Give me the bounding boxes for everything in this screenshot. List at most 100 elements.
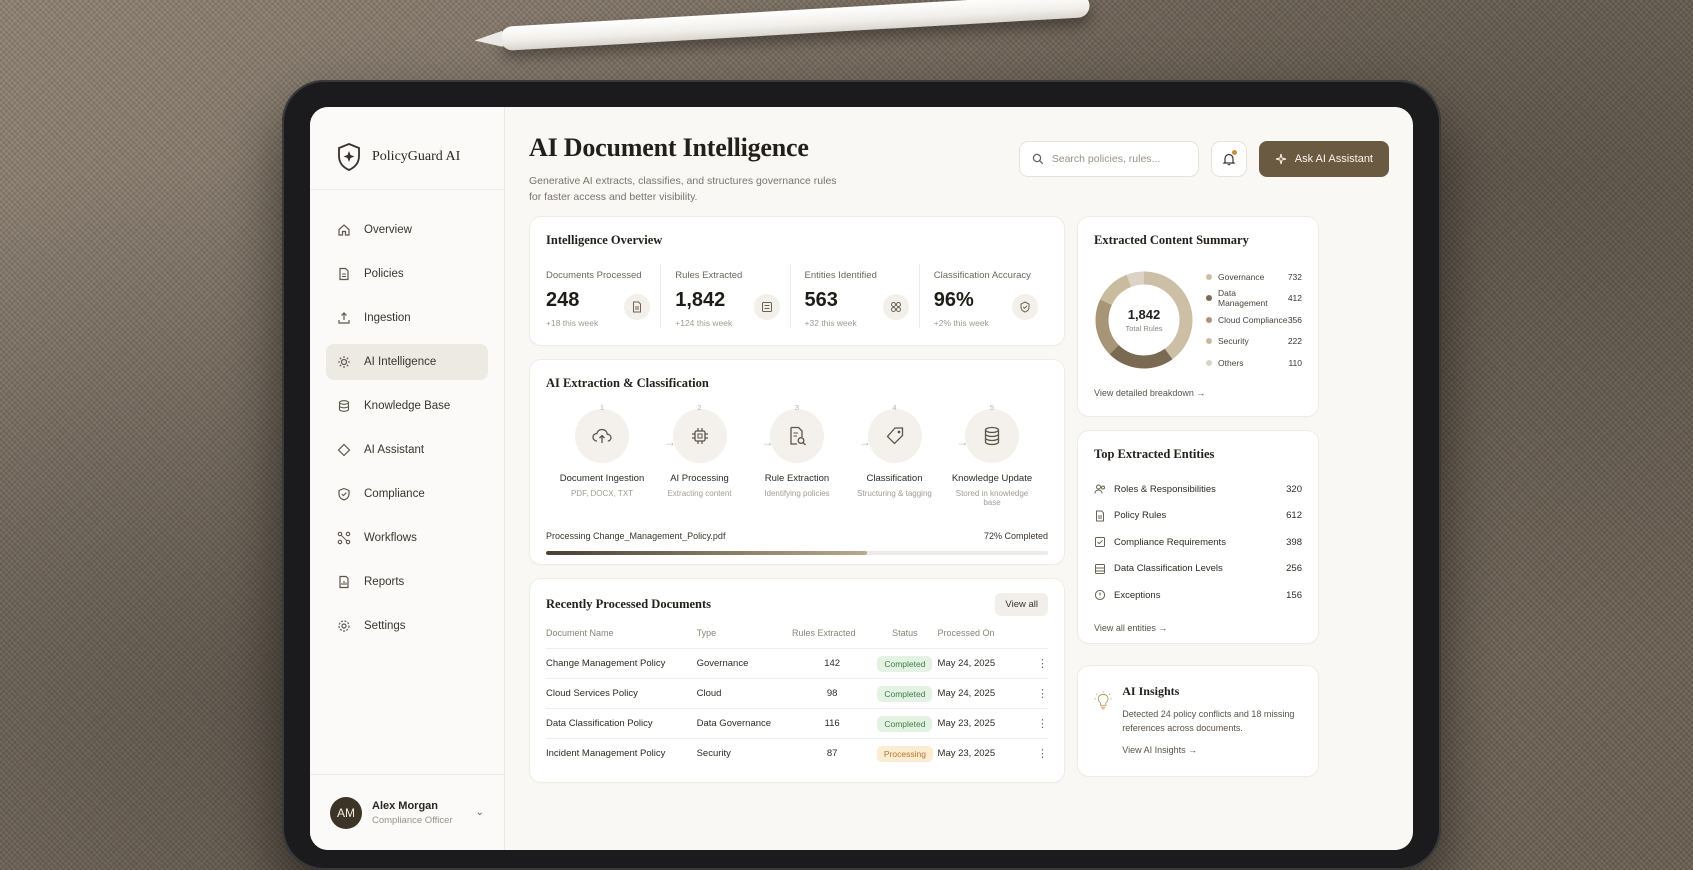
column-header[interactable]: Status [872, 628, 937, 649]
stylus-pencil [474, 0, 1091, 51]
notifications-button[interactable] [1210, 141, 1247, 177]
legend-swatch [1206, 316, 1212, 323]
more-options-icon[interactable]: ⋮ [1017, 708, 1048, 739]
donut-total: 1,842 [1127, 306, 1161, 322]
view-all-button[interactable]: View all [995, 593, 1048, 616]
search-icon [1032, 153, 1043, 165]
processed-date: May 24, 2025 [937, 678, 1018, 709]
sidebar-item-label: Ingestion [364, 312, 411, 324]
legend-value: 356 [1287, 314, 1302, 325]
step-sub: Identifying policies [764, 489, 830, 498]
sidebar-item-ai-assistant[interactable]: AI Assistant [326, 432, 488, 468]
document-icon [336, 266, 352, 282]
sidebar-item-reports[interactable]: Reports [326, 564, 488, 600]
step-number: 5 [989, 403, 995, 412]
search-input[interactable] [1051, 153, 1182, 165]
list-item[interactable]: Policy Rules 612 [1094, 503, 1302, 530]
list-item[interactable]: Data Classification Levels 256 [1094, 556, 1302, 583]
more-options-icon[interactable]: ⋮ [1017, 678, 1048, 709]
users-icon [1094, 483, 1106, 495]
table-row[interactable]: Change Management Policy Governance 142 … [546, 648, 1048, 679]
card-title: Intelligence Overview [546, 233, 663, 247]
view-ai-insights-link[interactable]: View AI Insights → [1122, 745, 1197, 755]
app-screen: PolicyGuard AI Overview Policies Ingesti… [310, 107, 1413, 850]
sidebar-item-knowledge-base[interactable]: Knowledge Base [326, 388, 488, 424]
search-box[interactable] [1018, 141, 1199, 177]
processed-date: May 23, 2025 [937, 738, 1018, 769]
table-row[interactable]: Data Classification Policy Data Governan… [546, 708, 1048, 739]
column-header[interactable]: Processed On [938, 628, 1018, 649]
sidebar-item-compliance[interactable]: Compliance [326, 476, 488, 512]
stat-delta: +18 this week [546, 318, 599, 328]
ask-ai-label: Ask AI Assistant [1294, 153, 1373, 165]
brand[interactable]: PolicyGuard AI [326, 141, 488, 173]
notification-dot [1231, 150, 1237, 155]
list-item[interactable]: Roles & Responsibilities 320 [1094, 476, 1302, 503]
legend-item[interactable]: Others 110 [1206, 352, 1302, 374]
card-header: Recently Processed Documents View all [546, 593, 1048, 616]
legend-swatch [1206, 295, 1212, 302]
column-header[interactable]: Document Name [546, 628, 697, 649]
sidebar-item-settings[interactable]: Settings [326, 608, 488, 644]
table-header-row: Document Name Type Rules Extracted Statu… [546, 628, 1048, 649]
sidebar-item-workflows[interactable]: Workflows [326, 520, 488, 556]
more-options-icon[interactable]: ⋮ [1017, 738, 1048, 769]
legend-item[interactable]: Cloud Compliance 356 [1206, 309, 1302, 331]
processed-date: May 24, 2025 [937, 648, 1018, 679]
sparkle-icon [1275, 153, 1286, 165]
column-header[interactable]: Type [697, 628, 792, 649]
page-subtitle: Generative AI extracts, classifies, and … [529, 175, 837, 203]
table-row[interactable]: Cloud Services Policy Cloud 98 Completed… [546, 678, 1048, 709]
chevron-down-icon[interactable]: ⌄ [476, 807, 484, 818]
column-header[interactable]: Rules Extracted [792, 628, 872, 649]
legend-value: 412 [1287, 293, 1302, 304]
sidebar-item-label: Workflows [364, 532, 417, 544]
step-sub: Extracting content [667, 489, 732, 498]
ai-insights-card: AI Insights Detected 24 policy conflicts… [1077, 665, 1319, 777]
sidebar-item-overview[interactable]: Overview [326, 212, 488, 248]
more-options-icon[interactable]: ⋮ [1017, 648, 1048, 679]
stat-label: Entities Identified [804, 270, 877, 281]
legend-item[interactable]: Governance 732 [1206, 266, 1302, 288]
document-search-icon [770, 409, 824, 463]
sidebar-item-ingestion[interactable]: Ingestion [326, 300, 488, 336]
entities-icon [882, 294, 909, 320]
column-header-actions [1018, 628, 1048, 649]
card-title: Extracted Content Summary [1094, 233, 1249, 247]
progress-bar [546, 551, 1048, 555]
stat-entities-identified: Entities Identified 563 +32 this week [805, 264, 920, 328]
entity-label: Exceptions [1114, 589, 1161, 601]
user-profile[interactable]: AM Alex Morgan Compliance Officer ⌄ [310, 774, 504, 850]
list-item[interactable]: Compliance Requirements 398 [1094, 529, 1302, 556]
step-sub: PDF, DOCX, TXT [570, 489, 634, 498]
list-item[interactable]: Exceptions 156 [1094, 582, 1302, 609]
step-label: AI Processing [670, 473, 729, 484]
entity-count: 612 [1286, 510, 1302, 522]
document-type: Cloud [696, 678, 792, 709]
sidebar-item-policies[interactable]: Policies [326, 256, 488, 292]
lightbulb-icon [1094, 691, 1112, 710]
rules-icon [753, 294, 780, 320]
table-row[interactable]: Incident Management Policy Security 87 P… [546, 738, 1048, 769]
pipeline-step-rule-extraction: 3 Rule Extraction Identifying policies → [751, 403, 871, 507]
entity-label: Roles & Responsibilities [1114, 483, 1216, 495]
database-icon [336, 398, 352, 414]
legend-item[interactable]: Security 222 [1206, 331, 1302, 353]
extraction-pipeline-card: AI Extraction & Classification 1 Documen… [529, 359, 1065, 565]
sidebar-item-label: AI Assistant [364, 444, 425, 456]
pipeline-step-knowledge-update: 5 Knowledge Update Stored in knowledge b… [946, 403, 1038, 507]
legend-value: 222 [1287, 336, 1302, 347]
user-info: Alex Morgan Compliance Officer [372, 800, 453, 826]
insight-text: Detected 24 policy conflicts and 18 miss… [1122, 709, 1295, 733]
legend-swatch [1206, 273, 1212, 280]
legend-item[interactable]: Data Management 412 [1206, 288, 1302, 310]
sidebar-item-label: Policies [364, 268, 404, 280]
progress-label: 72% Completed [983, 531, 1048, 541]
view-all-entities-link[interactable]: View all entities → [1094, 623, 1167, 633]
verified-badge-icon [1012, 294, 1038, 320]
entity-count: 320 [1286, 483, 1302, 495]
view-breakdown-link[interactable]: View detailed breakdown → [1094, 388, 1205, 398]
recent-documents-card: Recently Processed Documents View all Do… [529, 578, 1065, 783]
ask-ai-assistant-button[interactable]: Ask AI Assistant [1258, 141, 1389, 177]
sidebar-item-ai-intelligence[interactable]: AI Intelligence [326, 344, 488, 380]
